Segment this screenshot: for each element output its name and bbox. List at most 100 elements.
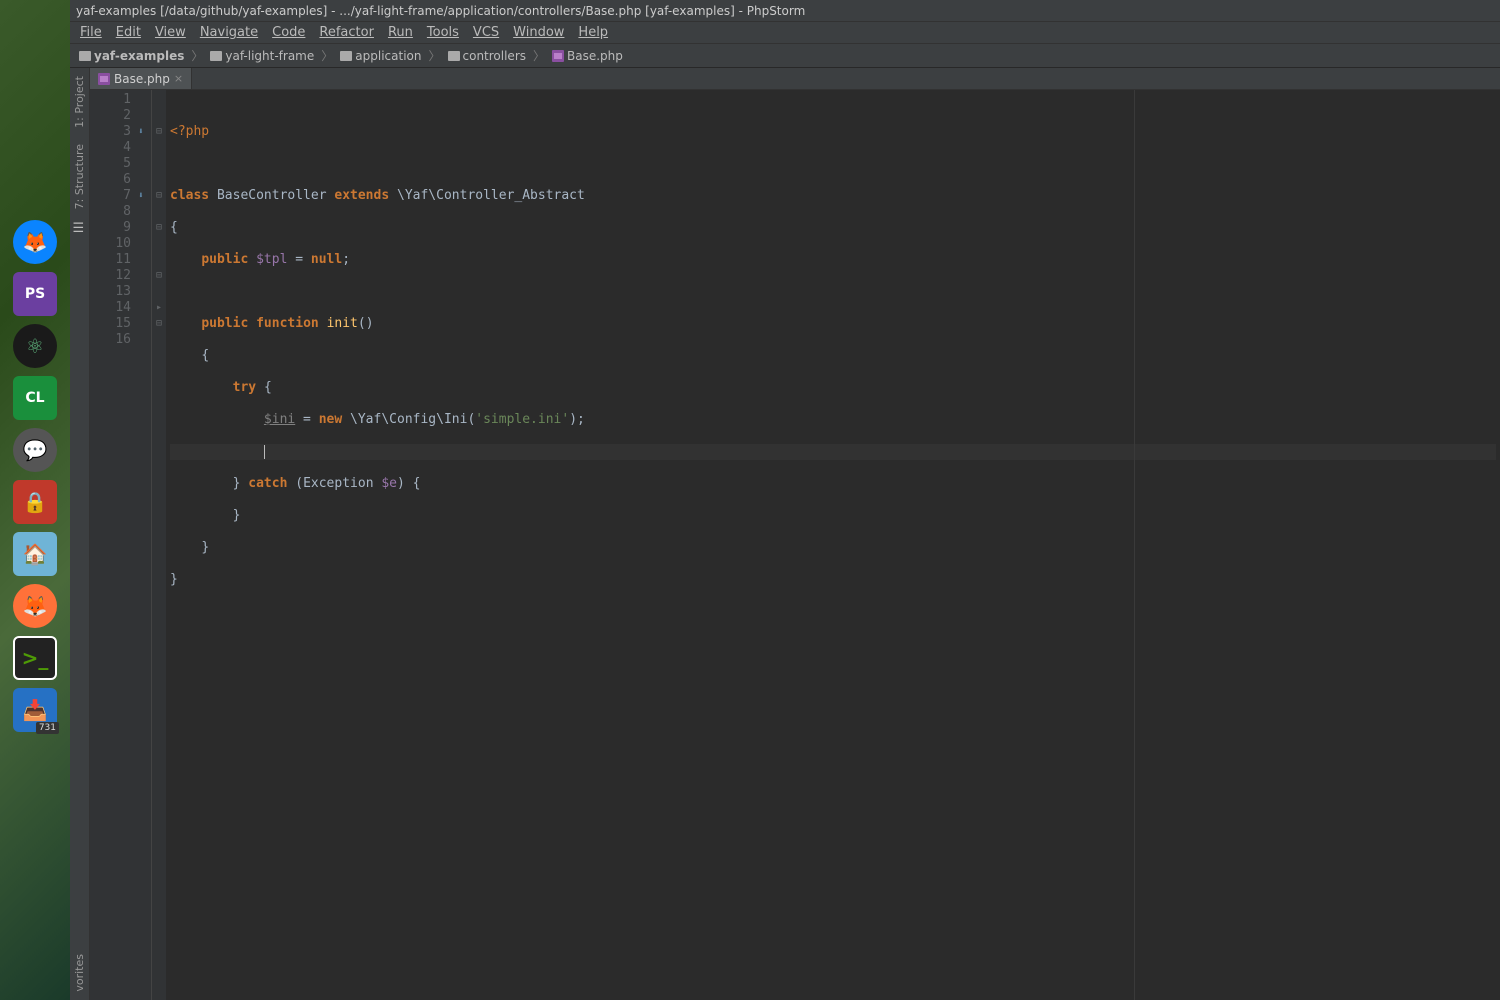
breadcrumb-file[interactable]: Base.php — [549, 48, 626, 64]
editor-area: Base.php × 1 2 3 4 5 6 7 8 9 10 11 12 — [90, 68, 1500, 1000]
line-number: 5 — [94, 156, 131, 172]
window-titlebar[interactable]: yaf-examples [/data/github/yaf-examples]… — [70, 0, 1500, 22]
window-title: yaf-examples [/data/github/yaf-examples]… — [76, 4, 805, 18]
menu-window[interactable]: Window — [507, 23, 570, 42]
dock-trash-icon[interactable]: 📥 731 — [13, 688, 57, 732]
code-token: } — [233, 476, 241, 491]
code-token: extends — [334, 188, 389, 203]
ide-body: 1: Project 7: Structure ☰ vorites Base.p… — [70, 68, 1500, 1000]
dock-files-icon[interactable]: 🏠 — [13, 532, 57, 576]
menu-refactor[interactable]: Refactor — [313, 23, 380, 42]
code-token: ( — [295, 476, 303, 491]
dock-firefox-icon[interactable]: 🦊 — [13, 584, 57, 628]
menu-file[interactable]: File — [74, 23, 108, 42]
structure-icon[interactable]: ☰ — [73, 221, 87, 235]
tab-base-php[interactable]: Base.php × — [90, 68, 192, 89]
line-number: 1 — [94, 92, 131, 108]
dock-lock-icon[interactable]: 🔒 — [13, 480, 57, 524]
code-token: = — [295, 412, 318, 427]
breadcrumb-3-label: controllers — [463, 49, 527, 63]
fold-gutter: ⊟ ⊟ ⊟ ⊟ ▸ ⊟ — [152, 90, 166, 1000]
menu-view[interactable]: View — [149, 23, 192, 42]
menu-code[interactable]: Code — [266, 23, 311, 42]
code-token: $tpl — [256, 252, 287, 267]
code-token: <?php — [170, 124, 209, 139]
code-token: \Yaf\Config\Ini — [350, 412, 467, 427]
code-token: Exception — [303, 476, 373, 491]
desktop-dock: 🦊 PS ⚛ CL 💬 🔒 🏠 🦊 >_ 📥 731 — [0, 0, 70, 1000]
php-file-icon — [98, 73, 110, 85]
dock-phpstorm-icon[interactable]: PS — [13, 272, 57, 316]
menu-vcs[interactable]: VCS — [467, 23, 505, 42]
menu-tools[interactable]: Tools — [421, 23, 465, 42]
breadcrumb-1[interactable]: yaf-light-frame — [207, 48, 317, 64]
override-marker-icon[interactable]: ⬇ — [133, 124, 149, 140]
fold-toggle-icon[interactable]: ⊟ — [152, 124, 166, 140]
breadcrumb-sep: 〉 — [428, 47, 440, 64]
dock-chat-icon[interactable]: 💬 — [13, 428, 57, 472]
tool-project[interactable]: 1: Project — [71, 68, 88, 136]
breadcrumb-root[interactable]: yaf-examples — [76, 48, 187, 64]
code-token: { — [170, 220, 178, 235]
breadcrumb: yaf-examples 〉 yaf-light-frame 〉 applica… — [70, 44, 1500, 68]
code-token: () — [358, 316, 374, 331]
line-number: 15 — [94, 316, 131, 332]
line-number: 11 — [94, 252, 131, 268]
code-token: ; — [342, 252, 350, 267]
breadcrumb-2-label: application — [355, 49, 421, 63]
breadcrumb-3[interactable]: controllers — [445, 48, 530, 64]
code-content[interactable]: <?php class BaseController extends \Yaf\… — [166, 90, 1500, 1000]
code-token: \Yaf\Controller_Abstract — [397, 188, 585, 203]
menu-edit[interactable]: Edit — [110, 23, 147, 42]
menu-run[interactable]: Run — [382, 23, 419, 42]
code-token: ; — [577, 412, 585, 427]
folder-icon — [448, 51, 460, 61]
text-cursor — [264, 445, 265, 459]
code-token: ) — [397, 476, 405, 491]
close-icon[interactable]: × — [174, 72, 183, 85]
line-number-gutter: 1 2 3 4 5 6 7 8 9 10 11 12 13 14 15 16 — [90, 90, 152, 1000]
code-editor[interactable]: 1 2 3 4 5 6 7 8 9 10 11 12 13 14 15 16 — [90, 90, 1500, 1000]
tool-sidebar-left: 1: Project 7: Structure ☰ vorites — [70, 68, 90, 1000]
breadcrumb-root-label: yaf-examples — [94, 49, 184, 63]
code-token: try — [233, 380, 256, 395]
menu-tools-label: Tools — [427, 25, 459, 40]
code-token: } — [201, 540, 209, 555]
code-token: ) — [569, 412, 577, 427]
dock-atom-icon[interactable]: ⚛ — [13, 324, 57, 368]
line-number: 9 — [94, 220, 131, 236]
fold-toggle-icon[interactable]: ⊟ — [152, 220, 166, 236]
menu-refactor-label: Refactor — [319, 25, 374, 40]
code-token: init — [327, 316, 358, 331]
breadcrumb-2[interactable]: application — [337, 48, 424, 64]
breadcrumb-sep: 〉 — [533, 47, 545, 64]
line-number: 10 — [94, 236, 131, 252]
gutter-marks: ⬇ ⬇ — [133, 92, 149, 204]
menu-run-label: Run — [388, 25, 413, 40]
dock-badge: 731 — [36, 722, 59, 734]
dock-firefox-dev-icon[interactable]: 🦊 — [13, 220, 57, 264]
line-number: 2 — [94, 108, 131, 124]
fold-toggle-icon[interactable]: ⊟ — [152, 316, 166, 332]
tool-favorites[interactable]: vorites — [71, 946, 88, 1000]
menu-navigate[interactable]: Navigate — [194, 23, 264, 42]
dock-clion-icon[interactable]: CL — [13, 376, 57, 420]
dock-terminal-icon[interactable]: >_ — [13, 636, 57, 680]
code-token: = — [287, 252, 310, 267]
fold-toggle-icon[interactable]: ⊟ — [152, 268, 166, 284]
override-marker-icon[interactable]: ⬇ — [133, 188, 149, 204]
menu-help[interactable]: Help — [572, 23, 614, 42]
fold-toggle-icon[interactable]: ⊟ — [152, 188, 166, 204]
line-number: 13 — [94, 284, 131, 300]
menu-help-label: Help — [578, 25, 608, 40]
line-number: 7 — [94, 188, 131, 204]
menu-file-label: File — [80, 25, 102, 40]
code-token: { — [201, 348, 209, 363]
tool-structure[interactable]: 7: Structure — [71, 136, 88, 217]
code-token: null — [311, 252, 342, 267]
php-file-icon — [552, 50, 564, 62]
menubar: File Edit View Navigate Code Refactor Ru… — [70, 22, 1500, 44]
menu-edit-label: Edit — [116, 25, 141, 40]
ide-window: yaf-examples [/data/github/yaf-examples]… — [70, 0, 1500, 1000]
line-number: 14 — [94, 300, 131, 316]
